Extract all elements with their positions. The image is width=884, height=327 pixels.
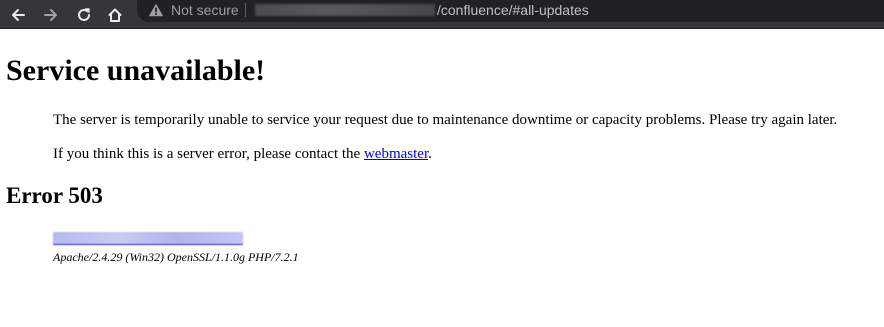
home-button[interactable] — [103, 0, 127, 29]
contact-message: If you think this is a server error, ple… — [53, 145, 432, 163]
webmaster-link[interactable]: webmaster — [364, 146, 428, 162]
server-signature: Apache/2.4.29 (Win32) OpenSSL/1.1.0g PHP… — [53, 250, 299, 264]
redacted-server-link[interactable] — [53, 232, 243, 245]
unavailable-message: The server is temporarily unable to serv… — [53, 112, 838, 128]
page-title: Service unavailable! — [6, 54, 266, 87]
forward-button[interactable] — [39, 0, 63, 29]
security-label[interactable]: Not secure — [171, 1, 239, 19]
address-divider — [245, 3, 246, 17]
warning-icon[interactable] — [148, 3, 164, 17]
error-code-heading: Error 503 — [6, 183, 103, 208]
reload-button[interactable] — [72, 0, 96, 29]
address-bar[interactable]: Not secure /confluence/#all-updates — [137, 0, 884, 22]
browser-toolbar: Not secure /confluence/#all-updates — [0, 0, 884, 29]
arrow-left-icon — [10, 7, 26, 23]
home-icon — [107, 7, 123, 23]
back-button[interactable] — [6, 0, 30, 29]
page-content: Service unavailable! The server is tempo… — [0, 29, 884, 327]
reload-icon — [76, 7, 92, 23]
arrow-right-icon — [43, 7, 59, 23]
contact-prefix: If you think this is a server error, ple… — [53, 146, 364, 162]
url-text[interactable]: /confluence/#all-updates — [437, 1, 589, 19]
contact-suffix: . — [428, 146, 432, 162]
redacted-host — [255, 4, 435, 16]
